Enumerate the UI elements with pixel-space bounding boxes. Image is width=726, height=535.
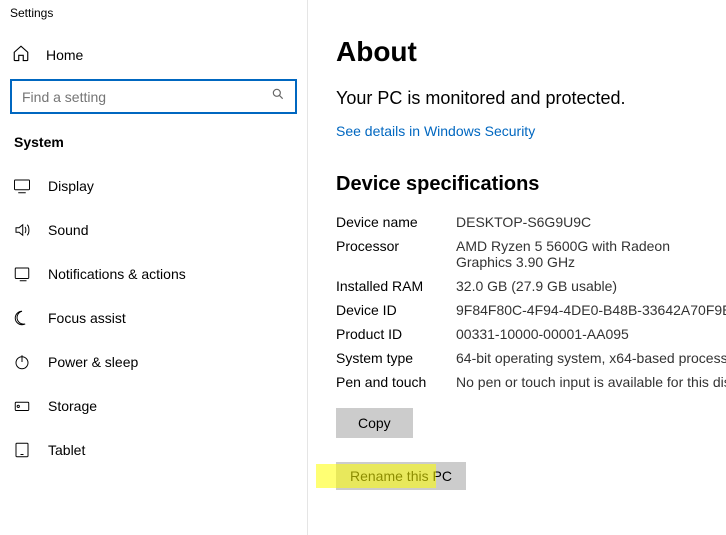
nav-tablet[interactable]: Tablet bbox=[0, 428, 307, 472]
rename-label: Rename this PC bbox=[350, 468, 452, 484]
system-heading: System bbox=[0, 124, 307, 164]
spec-label: Installed RAM bbox=[336, 278, 456, 294]
notifications-icon bbox=[12, 264, 32, 284]
spec-device-id: Device ID 9F84F80C-4F94-4DE0-B48B-33642A… bbox=[336, 302, 726, 318]
spec-value: 9F84F80C-4F94-4DE0-B48B-33642A70F9EF bbox=[456, 302, 726, 318]
nav-home[interactable]: Home bbox=[0, 30, 307, 79]
page-title: About bbox=[336, 36, 726, 68]
spec-label: Product ID bbox=[336, 326, 456, 342]
spec-value: AMD Ryzen 5 5600G with Radeon Graphics 3… bbox=[456, 238, 726, 270]
spec-label: System type bbox=[336, 350, 456, 366]
search-icon bbox=[271, 87, 285, 106]
spec-label: Device name bbox=[336, 214, 456, 230]
spec-pen-touch: Pen and touch No pen or touch input is a… bbox=[336, 374, 726, 390]
search-wrap bbox=[0, 79, 307, 124]
specs-heading: Device specifications bbox=[336, 173, 726, 196]
nav-notifications[interactable]: Notifications & actions bbox=[0, 252, 307, 296]
nav-label: Sound bbox=[48, 222, 88, 238]
spec-device-name: Device name DESKTOP-S6G9U9C bbox=[336, 214, 726, 230]
spec-label: Processor bbox=[336, 238, 456, 254]
nav-focus[interactable]: Focus assist bbox=[0, 296, 307, 340]
spec-system-type: System type 64-bit operating system, x64… bbox=[336, 350, 726, 366]
spec-ram: Installed RAM 32.0 GB (27.9 GB usable) bbox=[336, 278, 726, 294]
nav-display[interactable]: Display bbox=[0, 164, 307, 208]
search-input[interactable] bbox=[22, 89, 271, 105]
spec-value: 00331-10000-00001-AA095 bbox=[456, 326, 726, 342]
rename-pc-button[interactable]: Rename this PC bbox=[336, 462, 466, 490]
window-title: Settings bbox=[0, 0, 307, 24]
nav-power[interactable]: Power & sleep bbox=[0, 340, 307, 384]
spec-product-id: Product ID 00331-10000-00001-AA095 bbox=[336, 326, 726, 342]
sound-icon bbox=[12, 220, 32, 240]
focus-icon bbox=[12, 308, 32, 328]
nav-label: Focus assist bbox=[48, 310, 126, 326]
copy-button[interactable]: Copy bbox=[336, 408, 413, 438]
nav-sound[interactable]: Sound bbox=[0, 208, 307, 252]
nav-label: Power & sleep bbox=[48, 354, 138, 370]
protected-text: Your PC is monitored and protected. bbox=[336, 88, 726, 109]
spec-value: DESKTOP-S6G9U9C bbox=[456, 214, 726, 230]
home-label: Home bbox=[46, 47, 83, 63]
power-icon bbox=[12, 352, 32, 372]
nav-label: Storage bbox=[48, 398, 97, 414]
tablet-icon bbox=[12, 440, 32, 460]
storage-icon bbox=[12, 396, 32, 416]
spec-label: Device ID bbox=[336, 302, 456, 318]
main-content: About Your PC is monitored and protected… bbox=[308, 0, 726, 535]
nav-label: Display bbox=[48, 178, 94, 194]
home-icon bbox=[12, 44, 30, 65]
spec-label: Pen and touch bbox=[336, 374, 456, 390]
sidebar: Settings Home System Display Sound Notif… bbox=[0, 0, 308, 535]
spec-value: 64-bit operating system, x64-based proce… bbox=[456, 350, 726, 366]
spec-processor: Processor AMD Ryzen 5 5600G with Radeon … bbox=[336, 238, 726, 270]
display-icon bbox=[12, 176, 32, 196]
spec-value: 32.0 GB (27.9 GB usable) bbox=[456, 278, 726, 294]
nav-label: Tablet bbox=[48, 442, 85, 458]
nav-storage[interactable]: Storage bbox=[0, 384, 307, 428]
search-box[interactable] bbox=[10, 79, 297, 114]
security-link[interactable]: See details in Windows Security bbox=[336, 123, 535, 139]
nav-label: Notifications & actions bbox=[48, 266, 186, 282]
spec-value: No pen or touch input is available for t… bbox=[456, 374, 726, 390]
nav-list: Display Sound Notifications & actions Fo… bbox=[0, 164, 307, 472]
